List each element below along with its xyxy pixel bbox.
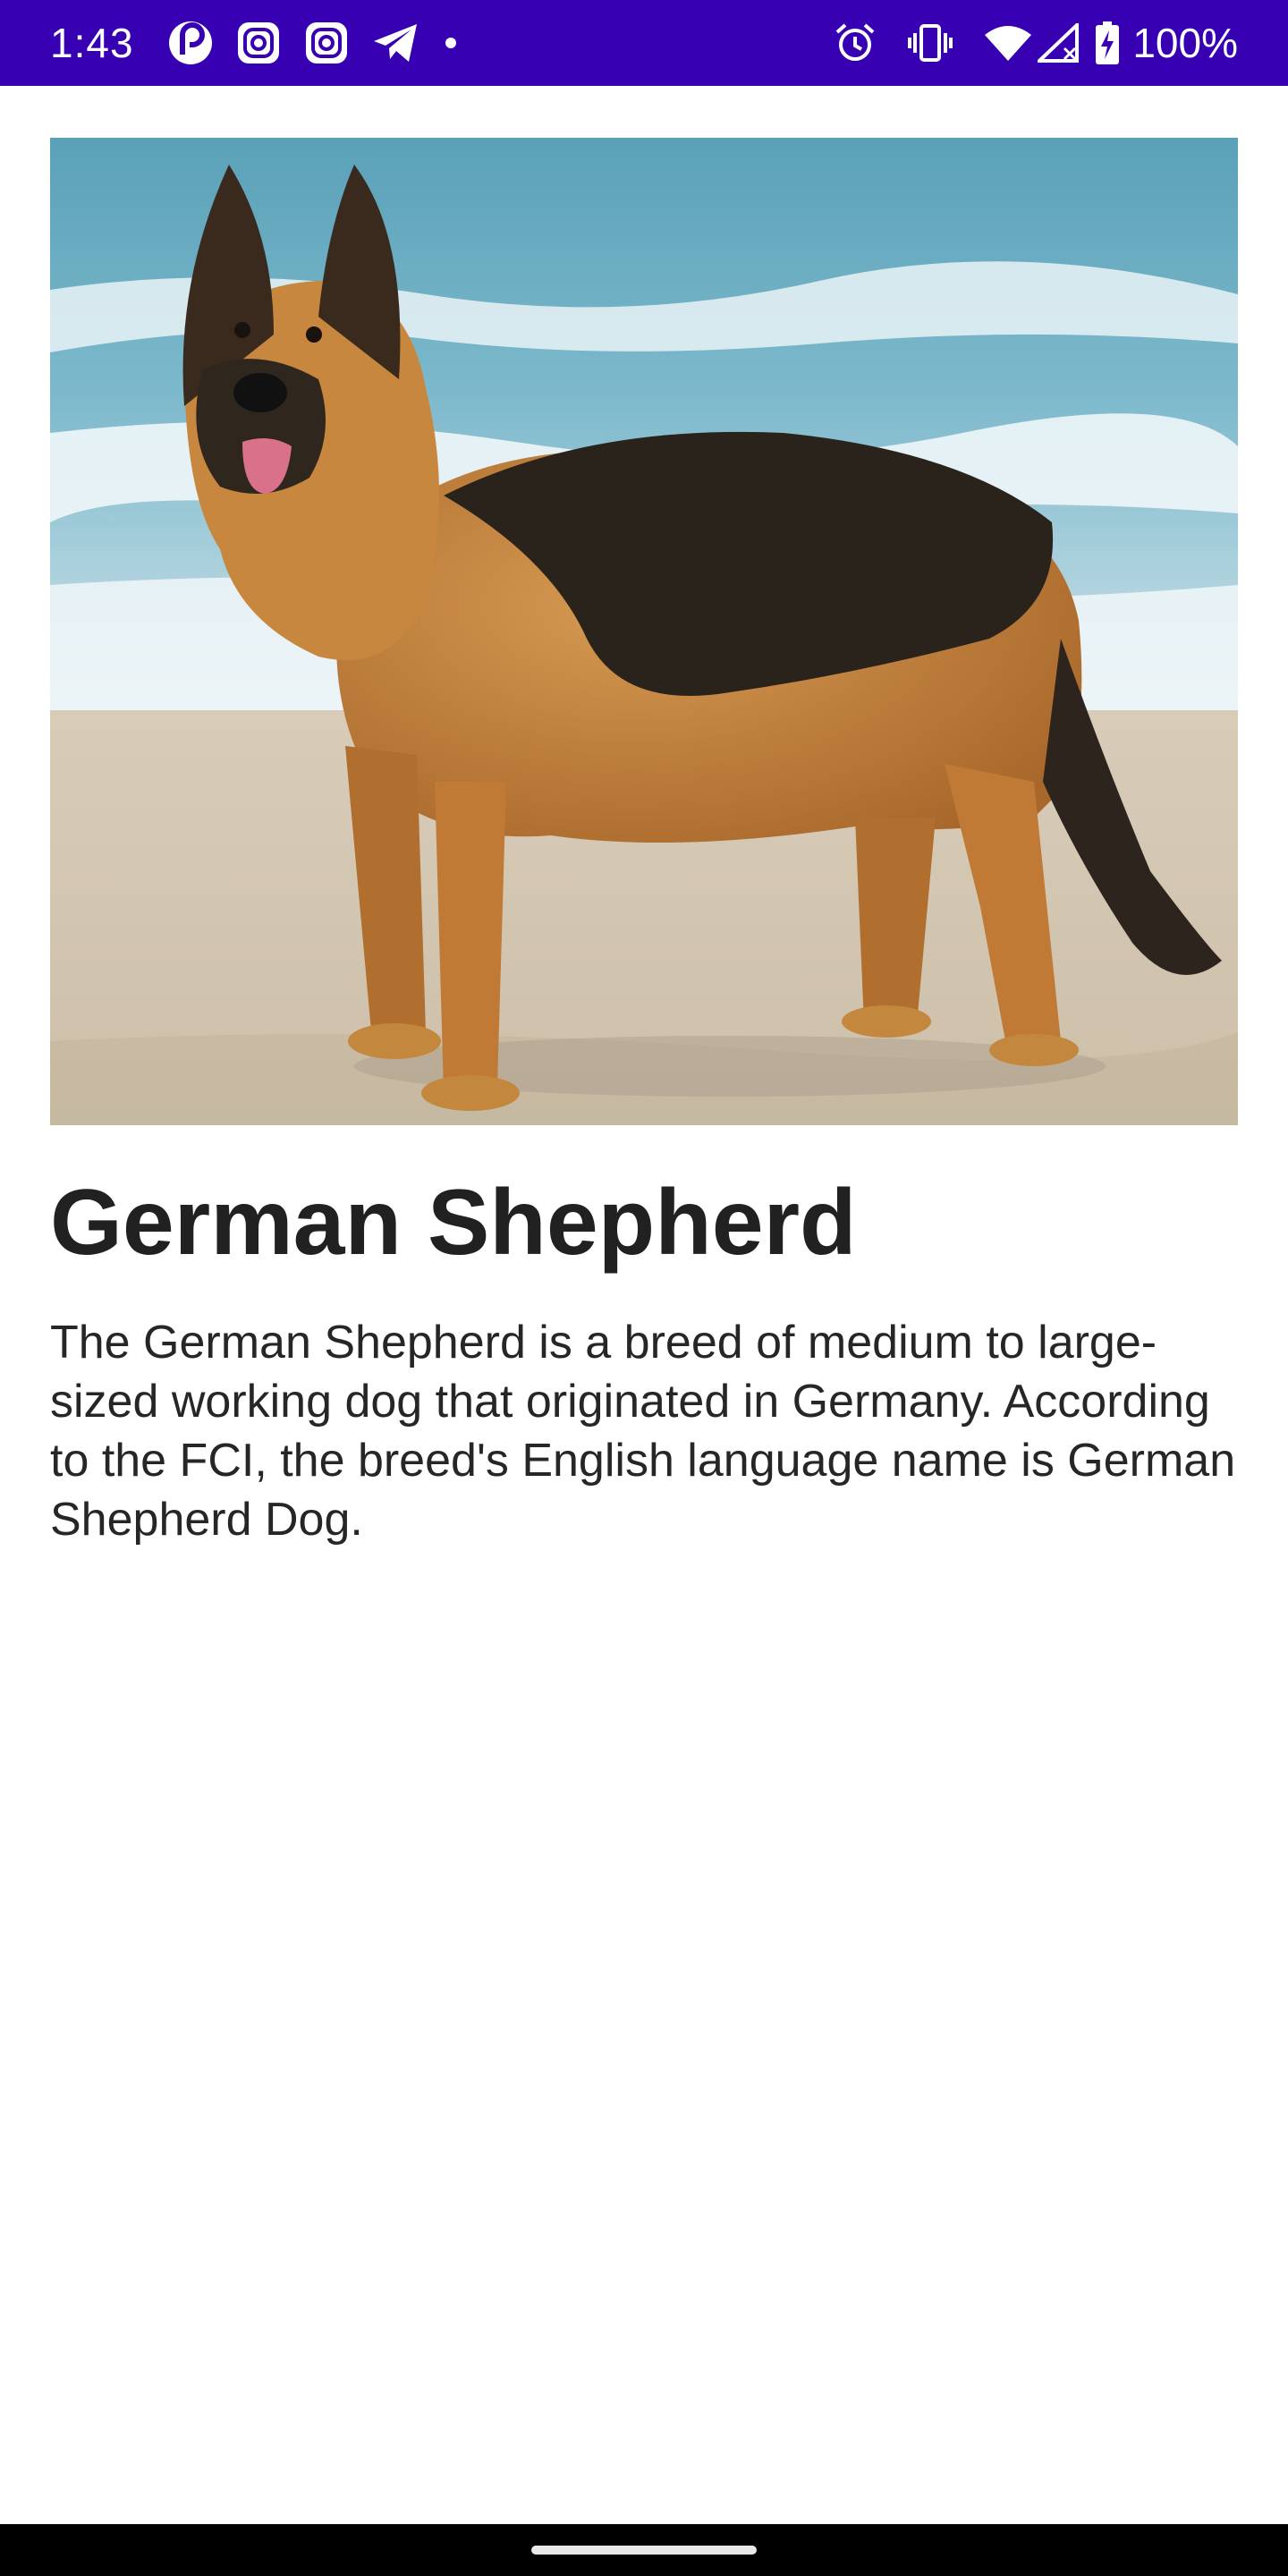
wifi-icon [984,24,1032,62]
pocket-casts-icon [168,21,213,65]
status-bar-left: 1:43 [50,19,481,67]
dog-description: The German Shepherd is a breed of medium… [50,1317,1236,1546]
instagram-icon [236,21,281,65]
instagram-icon [304,21,349,65]
dog-title: German Shepherd [50,1171,857,1275]
status-bar: 1:43 100% [0,0,1288,86]
notification-dot-icon [444,36,458,50]
battery-charging-icon [1095,21,1120,64]
german-shepherd-photo [50,138,1238,1125]
status-time: 1:43 [50,20,134,66]
no-signal-icon [1038,23,1080,63]
navigation-bar [0,2524,1288,2576]
gesture-handle[interactable] [531,2546,757,2555]
telegram-icon [372,21,420,64]
dog-detail: German Shepherd The German Shepherd is a… [50,138,1238,1549]
battery-percentage: 100% [1132,20,1238,66]
alarm-icon [834,21,877,64]
vibrate-icon [907,22,953,64]
status-bar-right: 100% [803,19,1238,67]
